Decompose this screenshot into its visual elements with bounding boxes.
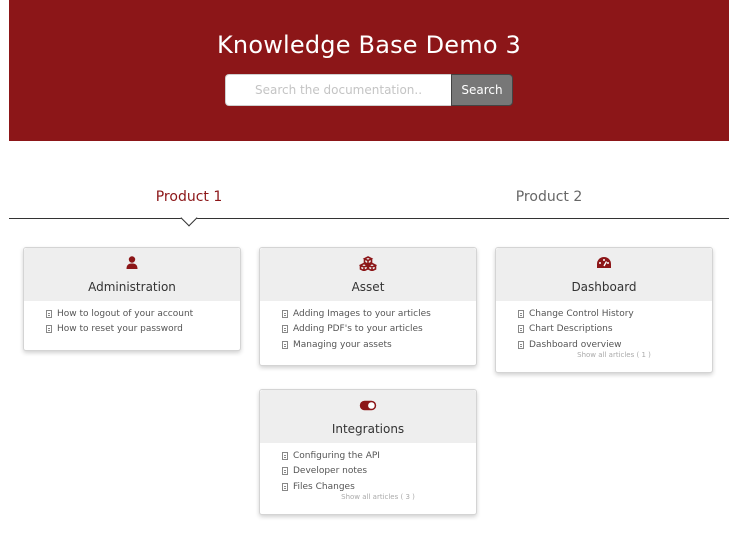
card-title: Dashboard bbox=[571, 280, 637, 294]
category-card-integrations: Integrations Configuring the API Develop… bbox=[259, 389, 477, 515]
article-link[interactable]: Configuring the API bbox=[282, 448, 476, 464]
product-tabs: Product 1 Product 2 bbox=[9, 180, 729, 227]
article-link[interactable]: Developer notes bbox=[282, 464, 476, 480]
category-card-administration: Administration How to logout of your acc… bbox=[23, 247, 241, 351]
article-list: Configuring the API Developer notes File… bbox=[260, 443, 476, 495]
document-icon bbox=[282, 467, 288, 476]
user-icon bbox=[24, 256, 240, 272]
hero-banner: Knowledge Base Demo 3 Search bbox=[9, 0, 729, 141]
document-icon bbox=[518, 325, 524, 334]
active-tab-indicator bbox=[180, 209, 198, 227]
tab-product-1[interactable]: Product 1 bbox=[89, 189, 289, 205]
article-link[interactable]: How to reset your password bbox=[46, 322, 240, 338]
show-all-articles-link[interactable]: Show all articles ( 3 ) bbox=[260, 493, 476, 501]
document-icon bbox=[282, 340, 288, 349]
card-title: Administration bbox=[88, 280, 176, 294]
document-icon bbox=[282, 482, 288, 491]
document-icon bbox=[518, 309, 524, 318]
tabs-divider bbox=[9, 218, 729, 219]
tab-product-2[interactable]: Product 2 bbox=[449, 189, 649, 205]
card-header[interactable]: Asset bbox=[260, 248, 476, 301]
category-card-asset: Asset Adding Images to your articles Add… bbox=[259, 247, 477, 366]
dashboard-icon bbox=[496, 256, 712, 272]
article-list: Change Control History Chart Description… bbox=[496, 301, 712, 353]
article-list: Adding Images to your articles Adding PD… bbox=[260, 301, 476, 353]
show-all-articles-link[interactable]: Show all articles ( 1 ) bbox=[496, 351, 712, 359]
document-icon bbox=[282, 451, 288, 460]
page-title: Knowledge Base Demo 3 bbox=[216, 31, 522, 59]
document-icon bbox=[282, 309, 288, 318]
search-button[interactable]: Search bbox=[451, 74, 513, 106]
toggle-icon bbox=[260, 398, 476, 414]
article-link[interactable]: Managing your assets bbox=[282, 337, 476, 353]
article-link[interactable]: Adding PDF's to your articles bbox=[282, 322, 476, 338]
search-input[interactable] bbox=[225, 74, 451, 106]
article-link[interactable]: How to logout of your account bbox=[46, 306, 240, 322]
article-link[interactable]: Chart Descriptions bbox=[518, 322, 712, 338]
card-header[interactable]: Integrations bbox=[260, 390, 476, 443]
document-icon bbox=[518, 340, 524, 349]
card-header[interactable]: Dashboard bbox=[496, 248, 712, 301]
article-list: How to logout of your account How to res… bbox=[24, 301, 240, 337]
category-card-dashboard: Dashboard Change Control History Chart D… bbox=[495, 247, 713, 373]
article-link[interactable]: Adding Images to your articles bbox=[282, 306, 476, 322]
document-icon bbox=[46, 325, 52, 334]
card-title: Asset bbox=[351, 280, 385, 294]
article-link[interactable]: Change Control History bbox=[518, 306, 712, 322]
document-icon bbox=[282, 325, 288, 334]
card-header[interactable]: Administration bbox=[24, 248, 240, 301]
card-title: Integrations bbox=[331, 422, 405, 436]
document-icon bbox=[46, 309, 52, 318]
cubes-icon bbox=[260, 256, 476, 272]
